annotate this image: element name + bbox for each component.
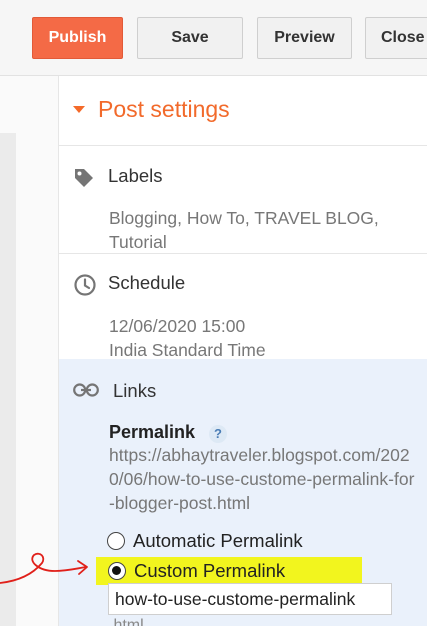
link-icon <box>73 383 99 397</box>
permalink-suffix: .html <box>109 617 144 626</box>
save-button[interactable]: Save <box>137 17 243 59</box>
post-settings-panel: Post settings Labels Blogging, How To, T… <box>59 76 427 626</box>
schedule-date: 12/06/2020 15:00 <box>109 316 246 336</box>
annotation-arrow-icon <box>0 552 88 584</box>
custom-permalink-radio[interactable] <box>108 562 126 580</box>
caret-down-icon[interactable] <box>73 106 85 113</box>
permalink-url: https://abhaytraveler.blogspot.com/2020/… <box>109 445 415 513</box>
automatic-permalink-label[interactable]: Automatic Permalink <box>133 530 303 552</box>
post-settings-title: Post settings <box>98 96 230 122</box>
schedule-section[interactable]: Schedule 12/06/2020 15:00 India Standard… <box>59 254 427 360</box>
close-button[interactable]: Close <box>365 17 427 59</box>
schedule-title: Schedule <box>108 272 186 293</box>
preview-button[interactable]: Preview <box>257 17 352 59</box>
post-settings-header[interactable]: Post settings <box>59 76 427 146</box>
custom-permalink-input[interactable] <box>108 583 392 615</box>
editor-toolbar: Publish Save Preview Close <box>0 0 427 76</box>
labels-title: Labels <box>108 165 163 186</box>
help-icon[interactable]: ? <box>209 425 227 443</box>
labels-value: Blogging, How To, TRAVEL BLOG, Tutorial <box>109 208 379 252</box>
links-title: Links <box>113 380 157 401</box>
publish-button[interactable]: Publish <box>32 17 123 59</box>
tag-icon <box>75 169 93 187</box>
links-section: Links Permalink ? https://abhaytraveler.… <box>59 359 427 626</box>
custom-permalink-label[interactable]: Custom Permalink <box>134 560 285 582</box>
clock-icon <box>74 274 96 296</box>
automatic-permalink-radio[interactable] <box>107 532 125 550</box>
permalink-label: Permalink <box>109 422 196 442</box>
labels-section[interactable]: Labels Blogging, How To, TRAVEL BLOG, Tu… <box>59 146 427 254</box>
automatic-permalink-option[interactable]: Automatic Permalink <box>107 528 303 554</box>
custom-permalink-option[interactable]: Custom Permalink <box>108 558 285 584</box>
